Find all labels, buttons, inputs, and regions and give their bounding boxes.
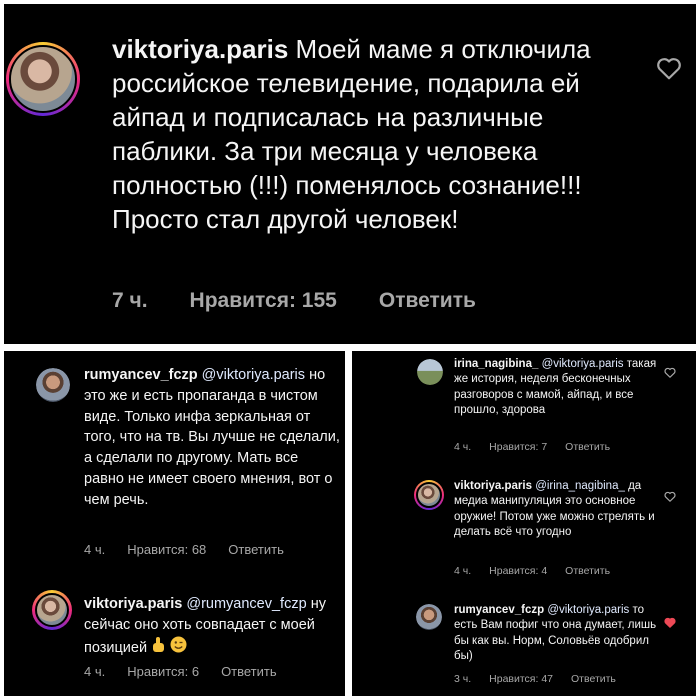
point-up-emoji (151, 636, 166, 660)
replies-panel-left: rumyancev_fczp @viktoriya.paris но это ж… (4, 351, 345, 696)
likes-count[interactable]: Нравится: 155 (190, 289, 337, 313)
mention-link[interactable]: @viktoriya.paris (547, 604, 629, 616)
reply-button[interactable]: Ответить (379, 289, 476, 313)
comment-meta: 4 ч. Нравится: 4 Ответить (454, 565, 610, 577)
likes-count[interactable]: Нравится: 7 (489, 441, 547, 453)
comment-time: 4 ч. (454, 565, 472, 577)
avatar[interactable] (414, 480, 444, 510)
comment-time: 4 ч. (84, 542, 106, 557)
liked-heart-icon[interactable] (664, 617, 676, 628)
comment-body: rumyancev_fczp @viktoriya.paris но это ж… (84, 365, 342, 511)
comment-body: viktoriya.paris Моей маме я отключила ро… (112, 32, 652, 236)
avatar[interactable] (32, 590, 72, 630)
comment-username[interactable]: rumyancev_fczp (454, 604, 544, 616)
main-comment-panel: viktoriya.paris Моей маме я отключила ро… (4, 4, 696, 344)
likes-count[interactable]: Нравится: 47 (489, 673, 553, 685)
comment-body: irina_nagibina_ @viktoriya.paris такая ж… (454, 357, 659, 418)
comment-meta: 7 ч. Нравится: 155 Ответить (112, 289, 476, 313)
avatar[interactable] (36, 368, 70, 402)
avatar[interactable] (6, 42, 80, 116)
comment-text: Моей маме я отключила российское телевид… (112, 34, 591, 234)
like-heart-icon[interactable] (656, 56, 682, 80)
comment-time: 7 ч. (112, 289, 148, 312)
comment-username[interactable]: rumyancev_fczp (84, 367, 198, 383)
comment-username[interactable]: viktoriya.paris (112, 34, 288, 64)
likes-count[interactable]: Нравится: 68 (127, 542, 206, 557)
comment-text: но это же и есть пропаганда в чистом вид… (84, 367, 340, 508)
like-heart-icon[interactable] (664, 491, 676, 502)
wink-emoji (170, 636, 187, 660)
mention-link[interactable]: @viktoriya.paris (202, 367, 305, 383)
comment-username[interactable]: irina_nagibina_ (454, 358, 538, 370)
mention-link[interactable]: @viktoriya.paris (542, 358, 624, 370)
likes-count[interactable]: Нравится: 4 (489, 565, 547, 577)
comment-time: 3 ч. (454, 673, 472, 685)
comment-username[interactable]: viktoriya.paris (454, 480, 532, 492)
avatar[interactable] (417, 359, 443, 385)
comment-time: 4 ч. (84, 664, 106, 679)
reply-button[interactable]: Ответить (228, 542, 284, 557)
comment-time: 4 ч. (454, 441, 472, 453)
mention-link[interactable]: @irina_nagibina_ (535, 480, 625, 492)
avatar[interactable] (416, 604, 442, 630)
comment-meta: 3 ч. Нравится: 47 Ответить (454, 673, 616, 685)
comment-body: viktoriya.paris @rumyancev_fczp ну сейча… (84, 594, 345, 660)
comment-body: rumyancev_fczp @viktoriya.paris то есть … (454, 603, 659, 664)
replies-panel-right: irina_nagibina_ @viktoriya.paris такая ж… (352, 351, 696, 696)
reply-button[interactable]: Ответить (565, 441, 610, 453)
comment-meta: 4 ч. Нравится: 6 Ответить (84, 664, 277, 679)
comment-meta: 4 ч. Нравится: 7 Ответить (454, 441, 610, 453)
reply-button[interactable]: Ответить (565, 565, 610, 577)
reply-button[interactable]: Ответить (221, 664, 277, 679)
reply-button[interactable]: Ответить (571, 673, 616, 685)
likes-count[interactable]: Нравится: 6 (127, 664, 199, 679)
comment-meta: 4 ч. Нравится: 68 Ответить (84, 542, 284, 557)
comment-username[interactable]: viktoriya.paris (84, 596, 182, 612)
mention-link[interactable]: @rumyancev_fczp (186, 596, 306, 612)
comment-body: viktoriya.paris @irina_nagibina_ да меди… (454, 479, 659, 540)
like-heart-icon[interactable] (664, 367, 676, 378)
